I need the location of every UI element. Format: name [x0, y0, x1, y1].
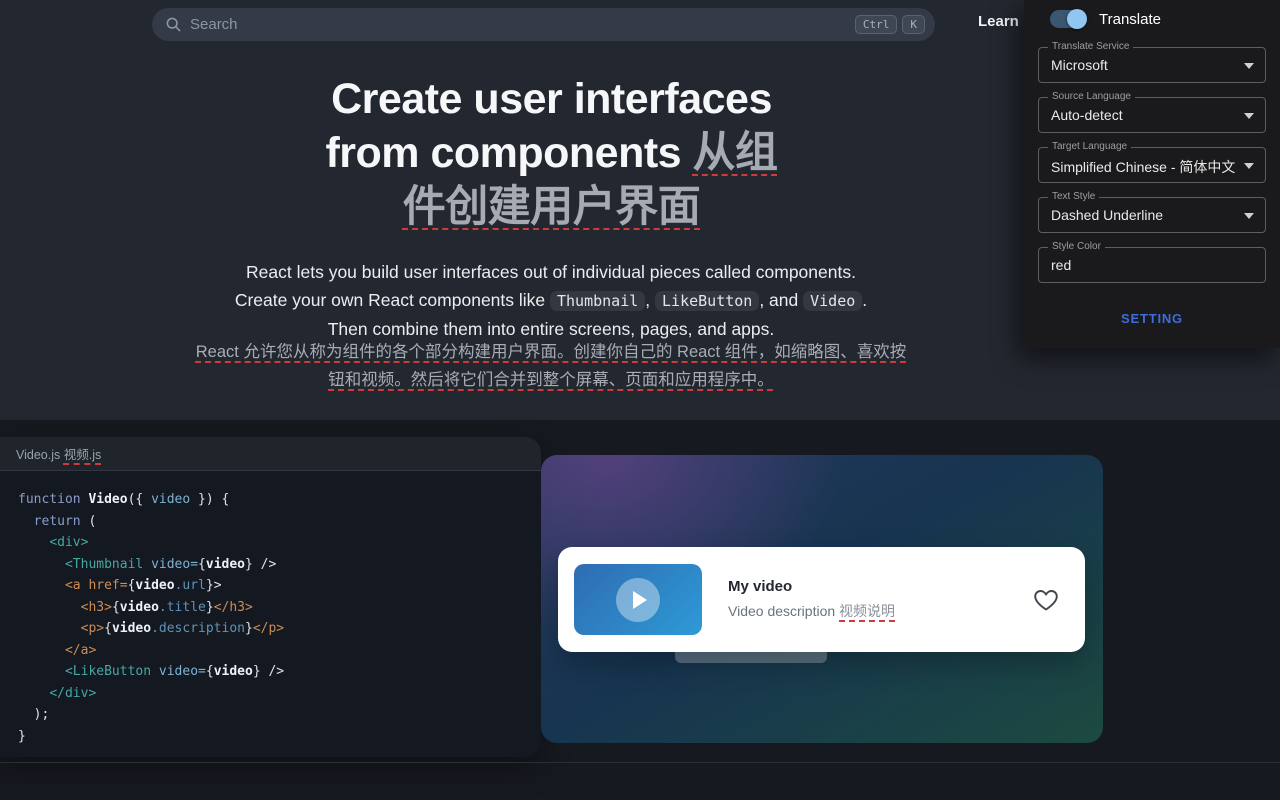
code-line: <LikeButton video={video} />: [18, 661, 541, 683]
keyboard-shortcut: Ctrl K: [855, 15, 925, 34]
tab-label-en: Video.js: [16, 448, 64, 462]
code-line: return (: [18, 511, 541, 533]
field-label: Translate Service: [1048, 41, 1133, 52]
translate-toggle[interactable]: Translate: [1050, 10, 1161, 28]
field-label: Target Language: [1048, 141, 1131, 152]
video-card-text: My video Video description 视频说明: [728, 578, 1033, 621]
field-value: Microsoft: [1051, 57, 1108, 73]
para-end: .: [862, 290, 867, 310]
code-chip-thumbnail: Thumbnail: [550, 291, 645, 311]
para-line1: React lets you build user interfaces out…: [246, 262, 856, 282]
code-line: <h3>{video.title}</h3>: [18, 597, 541, 619]
react-docs-page: Search Ctrl K Learn Create user interfac…: [0, 0, 1280, 800]
play-icon: [616, 578, 660, 622]
search-icon: [166, 17, 181, 32]
para-sep: ,: [645, 290, 655, 310]
toggle-track: [1050, 10, 1086, 28]
section-divider: [0, 762, 1280, 763]
field-style-color[interactable]: Style Colorred: [1038, 247, 1266, 283]
code-line: </div>: [18, 683, 541, 705]
para-line3: Then combine them into entire screens, p…: [328, 319, 775, 339]
video-card: My video Video description 视频说明: [558, 547, 1085, 652]
field-target-language[interactable]: Target LanguageSimplified Chinese - 简体中文: [1038, 147, 1266, 183]
preview-panel: My video Video description 视频说明: [541, 455, 1103, 743]
code-line: <a href={video.url}>: [18, 575, 541, 597]
tab-video-js[interactable]: Video.js 视频.js: [16, 444, 101, 463]
code-line: <p>{video.description}</p>: [18, 618, 541, 640]
code-lines[interactable]: function Video({ video }) { return ( <di…: [0, 471, 541, 747]
code-chip-video: Video: [803, 291, 862, 311]
field-label: Text Style: [1048, 191, 1099, 202]
sandbox-section: Video.js 视频.js function Video({ video })…: [0, 420, 1280, 800]
key-k: K: [902, 15, 925, 34]
toggle-knob: [1067, 9, 1087, 29]
chevron-down-icon: [1244, 213, 1254, 219]
title-line2-en: from components: [325, 129, 692, 177]
video-title: My video: [728, 578, 1033, 595]
code-tab-bar: Video.js 视频.js: [0, 437, 541, 471]
para-line2-prefix: Create your own React components like: [235, 290, 550, 310]
search-placeholder: Search: [190, 16, 855, 33]
field-value: Auto-detect: [1051, 107, 1123, 123]
page-title: Create user interfaces from components 从…: [0, 72, 1103, 234]
video-description: Video description 视频说明: [728, 601, 1033, 621]
search-input[interactable]: Search Ctrl K: [152, 8, 935, 41]
field-translate-service[interactable]: Translate ServiceMicrosoft: [1038, 47, 1266, 83]
title-line1: Create user interfaces: [331, 75, 772, 123]
video-thumbnail[interactable]: [574, 564, 702, 635]
translate-toggle-label: Translate: [1099, 11, 1161, 28]
field-value: Simplified Chinese - 简体中文: [1051, 157, 1235, 177]
field-value: red: [1051, 257, 1071, 273]
field-value: Dashed Underline: [1051, 207, 1163, 223]
setting-link[interactable]: SETTING: [1024, 311, 1280, 326]
code-line: <div>: [18, 532, 541, 554]
code-line: function Video({ video }) {: [18, 489, 541, 511]
nav-link-learn[interactable]: Learn: [978, 13, 1019, 30]
like-button[interactable]: [1033, 588, 1059, 612]
para-sep: , and: [759, 290, 803, 310]
translate-fields: Translate ServiceMicrosoft Source Languag…: [1024, 47, 1280, 297]
translate-extension-panel: Translate Translate ServiceMicrosoftSour…: [1024, 0, 1280, 348]
code-chip-likebutton: LikeButton: [655, 291, 759, 311]
code-editor[interactable]: Video.js 视频.js function Video({ video })…: [0, 437, 541, 757]
code-line: );: [18, 704, 541, 726]
heart-icon: [1033, 588, 1059, 612]
code-line: <Thumbnail video={video} />: [18, 554, 541, 576]
hero-paragraph: React lets you build user interfaces out…: [91, 258, 1011, 343]
chevron-down-icon: [1244, 163, 1254, 169]
field-label: Style Color: [1048, 241, 1105, 252]
field-source-language[interactable]: Source LanguageAuto-detect: [1038, 97, 1266, 133]
title-line2-zh: 从组: [693, 129, 778, 177]
field-text-style[interactable]: Text StyleDashed Underline: [1038, 197, 1266, 233]
chevron-down-icon: [1244, 63, 1254, 69]
code-line: </a>: [18, 640, 541, 662]
key-ctrl: Ctrl: [855, 15, 898, 34]
video-desc-zh: 视频说明: [839, 603, 895, 619]
tab-label-zh: 视频.js: [64, 448, 102, 462]
code-line: }: [18, 726, 541, 748]
field-label: Source Language: [1048, 91, 1135, 102]
video-desc-en: Video description: [728, 603, 839, 619]
chevron-down-icon: [1244, 113, 1254, 119]
hero-paragraph-translated: React 允许您从称为组件的各个部分构建用户界面。创建你自己的 React 组…: [191, 338, 911, 394]
title-line3-zh: 件创建用户界面: [403, 183, 701, 231]
